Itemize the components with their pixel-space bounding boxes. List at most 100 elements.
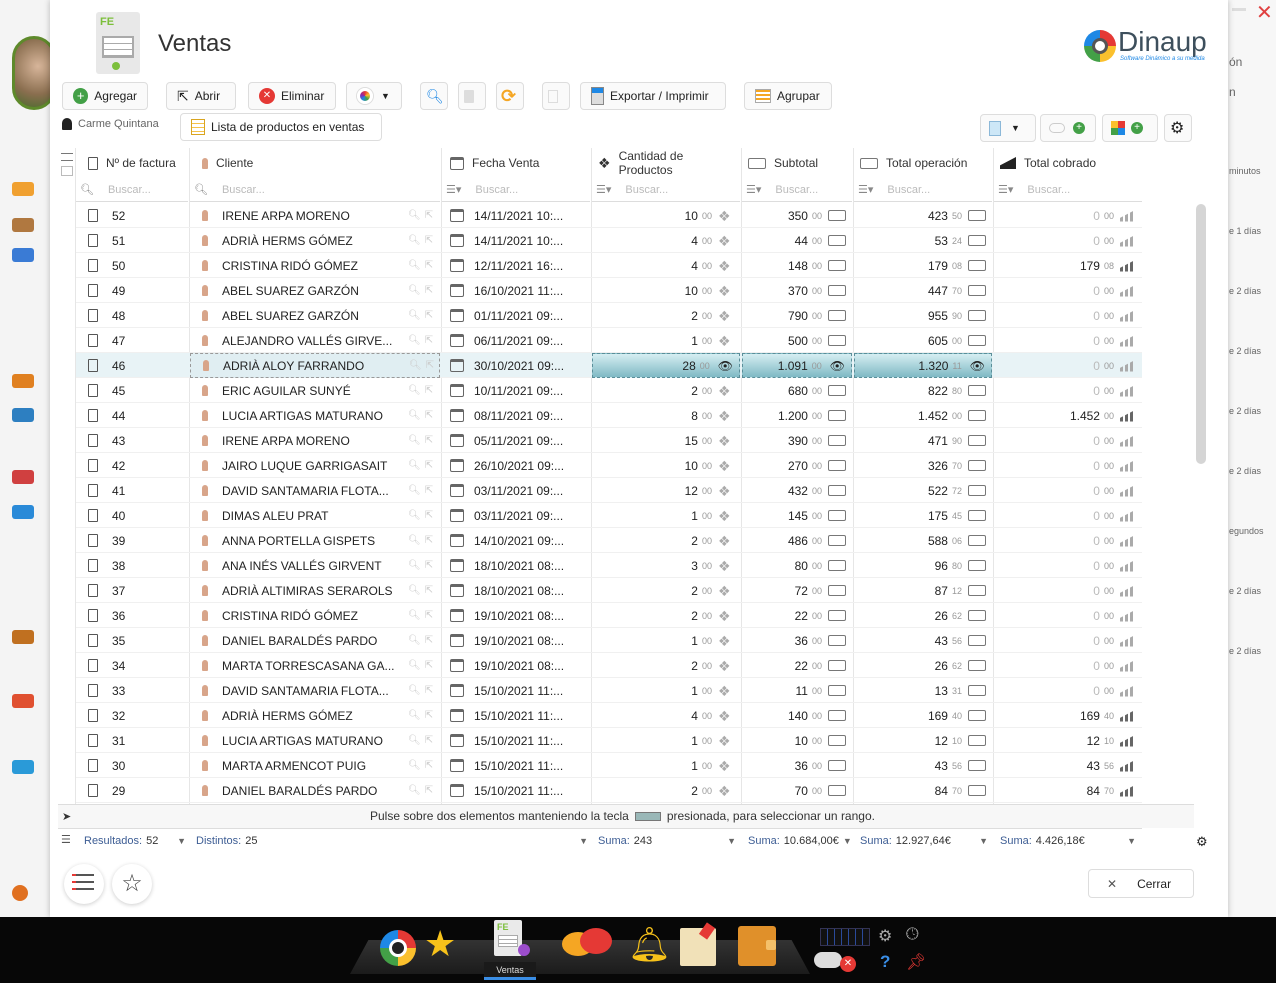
search-icon[interactable]: 🔍︎ bbox=[408, 560, 421, 571]
subtotal-cell[interactable]: 70 00 bbox=[742, 778, 852, 803]
date-summary[interactable]: ▼ bbox=[444, 829, 588, 853]
box-icon[interactable] bbox=[12, 218, 34, 232]
client-cell[interactable]: DANIEL BARALDÉS PARDO 🔍︎ ⇱ bbox=[190, 778, 440, 803]
subtotal-cell[interactable]: 140 00 bbox=[742, 703, 852, 728]
sum-quantity[interactable]: Suma: 243 ▼ bbox=[598, 829, 736, 853]
subtotal-cell[interactable]: 145 00 bbox=[742, 503, 852, 528]
date-cell[interactable]: 18/10/2021 08:... bbox=[442, 578, 590, 603]
invoice-cell[interactable]: 32 bbox=[76, 703, 188, 728]
collected-cell[interactable]: 84 70 bbox=[994, 778, 1142, 803]
filter-date[interactable]: ☰▾ Buscar... bbox=[442, 178, 590, 202]
view-dropdown-button[interactable]: ▼ bbox=[980, 114, 1036, 142]
collected-cell[interactable]: 169 40 bbox=[994, 703, 1142, 728]
quantity-cell[interactable]: 2 00 ❖ bbox=[592, 378, 740, 403]
table-row[interactable]: 39 ANNA PORTELLA GISPETS 🔍︎ ⇱ 14/10/2021 09:… bbox=[76, 528, 1142, 553]
search-icon[interactable]: 🔍︎ bbox=[408, 585, 421, 596]
collected-cell[interactable]: 12 10 bbox=[994, 728, 1142, 753]
open-record-icon[interactable]: ⇱ bbox=[425, 235, 433, 246]
list-view-button[interactable] bbox=[64, 864, 104, 904]
add-button[interactable]: + Agregar bbox=[62, 82, 148, 110]
document-button[interactable] bbox=[542, 82, 570, 110]
subtotal-cell[interactable]: 270 00 bbox=[742, 453, 852, 478]
client-cell[interactable]: DIMAS ALEU PRAT 🔍︎ ⇱ bbox=[190, 503, 440, 528]
quantity-cell[interactable]: 28 00 👁︎ bbox=[592, 353, 740, 378]
invoice-cell[interactable]: 38 bbox=[76, 553, 188, 578]
invoice-cell[interactable]: 29 bbox=[76, 778, 188, 803]
invoice-cell[interactable]: 46 bbox=[76, 353, 188, 378]
footer-settings-icon[interactable]: ⚙ bbox=[1196, 834, 1208, 850]
system-monitor-icon[interactable] bbox=[820, 928, 870, 946]
results-summary[interactable]: Resultados: 52 ▼ bbox=[84, 829, 186, 853]
search-button[interactable]: 🔍︎ bbox=[420, 82, 448, 110]
sum-total[interactable]: Suma: 12.927,64€ ▼ bbox=[860, 829, 988, 853]
quantity-cell[interactable]: 4 00 ❖ bbox=[592, 228, 740, 253]
invoice-cell[interactable]: 39 bbox=[76, 528, 188, 553]
table-row[interactable]: 49 ABEL SUAREZ GARZÓN 🔍︎ ⇱ 16/10/2021 11:...… bbox=[76, 278, 1142, 303]
subtotal-cell[interactable]: 10 00 bbox=[742, 728, 852, 753]
delete-button[interactable]: ✕ Eliminar bbox=[248, 82, 336, 110]
date-cell[interactable]: 19/10/2021 08:... bbox=[442, 603, 590, 628]
collected-cell[interactable]: 179 08 bbox=[994, 253, 1142, 278]
open-record-icon[interactable]: ⇱ bbox=[425, 685, 433, 696]
settings-icon[interactable] bbox=[12, 885, 28, 901]
open-record-icon[interactable]: ⇱ bbox=[425, 635, 433, 646]
open-record-icon[interactable]: ⇱ bbox=[425, 335, 433, 346]
grid-menu-icon[interactable] bbox=[61, 153, 73, 161]
add-widget-button[interactable]: + bbox=[1102, 114, 1158, 142]
color-dropdown-button[interactable]: ▼ bbox=[346, 82, 402, 110]
favorites-star-icon[interactable]: ★ bbox=[424, 924, 456, 964]
quantity-cell[interactable]: 10 00 ❖ bbox=[592, 203, 740, 228]
open-record-icon[interactable]: ⇱ bbox=[425, 410, 433, 421]
subtotal-cell[interactable]: 80 00 bbox=[742, 553, 852, 578]
date-cell[interactable]: 08/11/2021 09:... bbox=[442, 403, 590, 428]
client-cell[interactable]: IRENE ARPA MORENO 🔍︎ ⇱ bbox=[190, 203, 440, 228]
total-cell[interactable]: 26 62 bbox=[854, 653, 992, 678]
date-cell[interactable]: 03/11/2021 09:... bbox=[442, 478, 590, 503]
table-row[interactable]: 50 CRISTINA RIDÓ GÓMEZ 🔍︎ ⇱ 12/11/2021 16:..… bbox=[76, 253, 1142, 278]
collected-cell[interactable]: 0 00 bbox=[994, 278, 1142, 303]
pie-icon[interactable] bbox=[12, 694, 34, 708]
quantity-cell[interactable]: 1 00 ❖ bbox=[592, 728, 740, 753]
column-header-quantity[interactable]: ❖ Cantidad de Productos bbox=[592, 148, 740, 178]
total-cell[interactable]: 447 70 bbox=[854, 278, 992, 303]
total-cell[interactable]: 169 40 bbox=[854, 703, 992, 728]
subtotal-cell[interactable]: 148 00 bbox=[742, 253, 852, 278]
date-cell[interactable]: 14/11/2021 10:... bbox=[442, 228, 590, 253]
invoice-cell[interactable]: 35 bbox=[76, 628, 188, 653]
collected-cell[interactable]: 0 00 bbox=[994, 553, 1142, 578]
date-cell[interactable]: 30/10/2021 09:... bbox=[442, 353, 590, 378]
system-settings-icon[interactable]: ⚙ bbox=[878, 926, 892, 946]
grid-options-icon[interactable] bbox=[61, 166, 73, 176]
open-record-icon[interactable]: ⇱ bbox=[425, 560, 433, 571]
subtotal-cell[interactable]: 22 00 bbox=[742, 653, 852, 678]
table-row[interactable]: 31 LUCIA ARTIGAS MATURANO 🔍︎ ⇱ 15/10/2021 11… bbox=[76, 728, 1142, 753]
client-cell[interactable]: ADRIÀ HERMS GÓMEZ 🔍︎ ⇱ bbox=[190, 228, 440, 253]
search-icon[interactable]: 🔍︎ bbox=[408, 735, 421, 746]
total-cell[interactable]: 179 08 bbox=[854, 253, 992, 278]
quantity-cell[interactable]: 15 00 ❖ bbox=[592, 428, 740, 453]
subtotal-cell[interactable]: 790 00 bbox=[742, 303, 852, 328]
invoice-cell[interactable]: 31 bbox=[76, 728, 188, 753]
search-icon[interactable]: 🔍︎ bbox=[408, 785, 421, 796]
sum-collected[interactable]: Suma: 4.426,18€ ▼ bbox=[1000, 829, 1136, 853]
quantity-cell[interactable]: 12 00 ❖ bbox=[592, 478, 740, 503]
invoice-cell[interactable]: 47 bbox=[76, 328, 188, 353]
trash-button[interactable] bbox=[458, 82, 486, 110]
search-icon[interactable]: 🔍︎ bbox=[408, 510, 421, 521]
total-cell[interactable]: 423 50 bbox=[854, 203, 992, 228]
collected-cell[interactable]: 0 00 bbox=[994, 628, 1142, 653]
invoice-cell[interactable]: 30 bbox=[76, 753, 188, 778]
total-cell[interactable]: 175 45 bbox=[854, 503, 992, 528]
table-row[interactable]: 43 IRENE ARPA MORENO 🔍︎ ⇱ 05/11/2021 09:... 1… bbox=[76, 428, 1142, 453]
client-cell[interactable]: CRISTINA RIDÓ GÓMEZ 🔍︎ ⇱ bbox=[190, 603, 440, 628]
bg-minimize-icon-2[interactable] bbox=[1232, 8, 1246, 11]
invoice-cell[interactable]: 44 bbox=[76, 403, 188, 428]
total-cell[interactable]: 13 31 bbox=[854, 678, 992, 703]
notifications-bell-icon[interactable]: 🔔︎ bbox=[628, 924, 671, 966]
search-icon[interactable]: 🔍︎ bbox=[408, 660, 421, 671]
date-cell[interactable]: 18/10/2021 08:... bbox=[442, 553, 590, 578]
client-cell[interactable]: MARTA ARMENCOT PUIG 🔍︎ ⇱ bbox=[190, 753, 440, 778]
date-cell[interactable]: 16/10/2021 11:... bbox=[442, 278, 590, 303]
total-cell[interactable]: 822 80 bbox=[854, 378, 992, 403]
table-row[interactable]: 52 IRENE ARPA MORENO 🔍︎ ⇱ 14/11/2021 10:... 1… bbox=[76, 203, 1142, 228]
